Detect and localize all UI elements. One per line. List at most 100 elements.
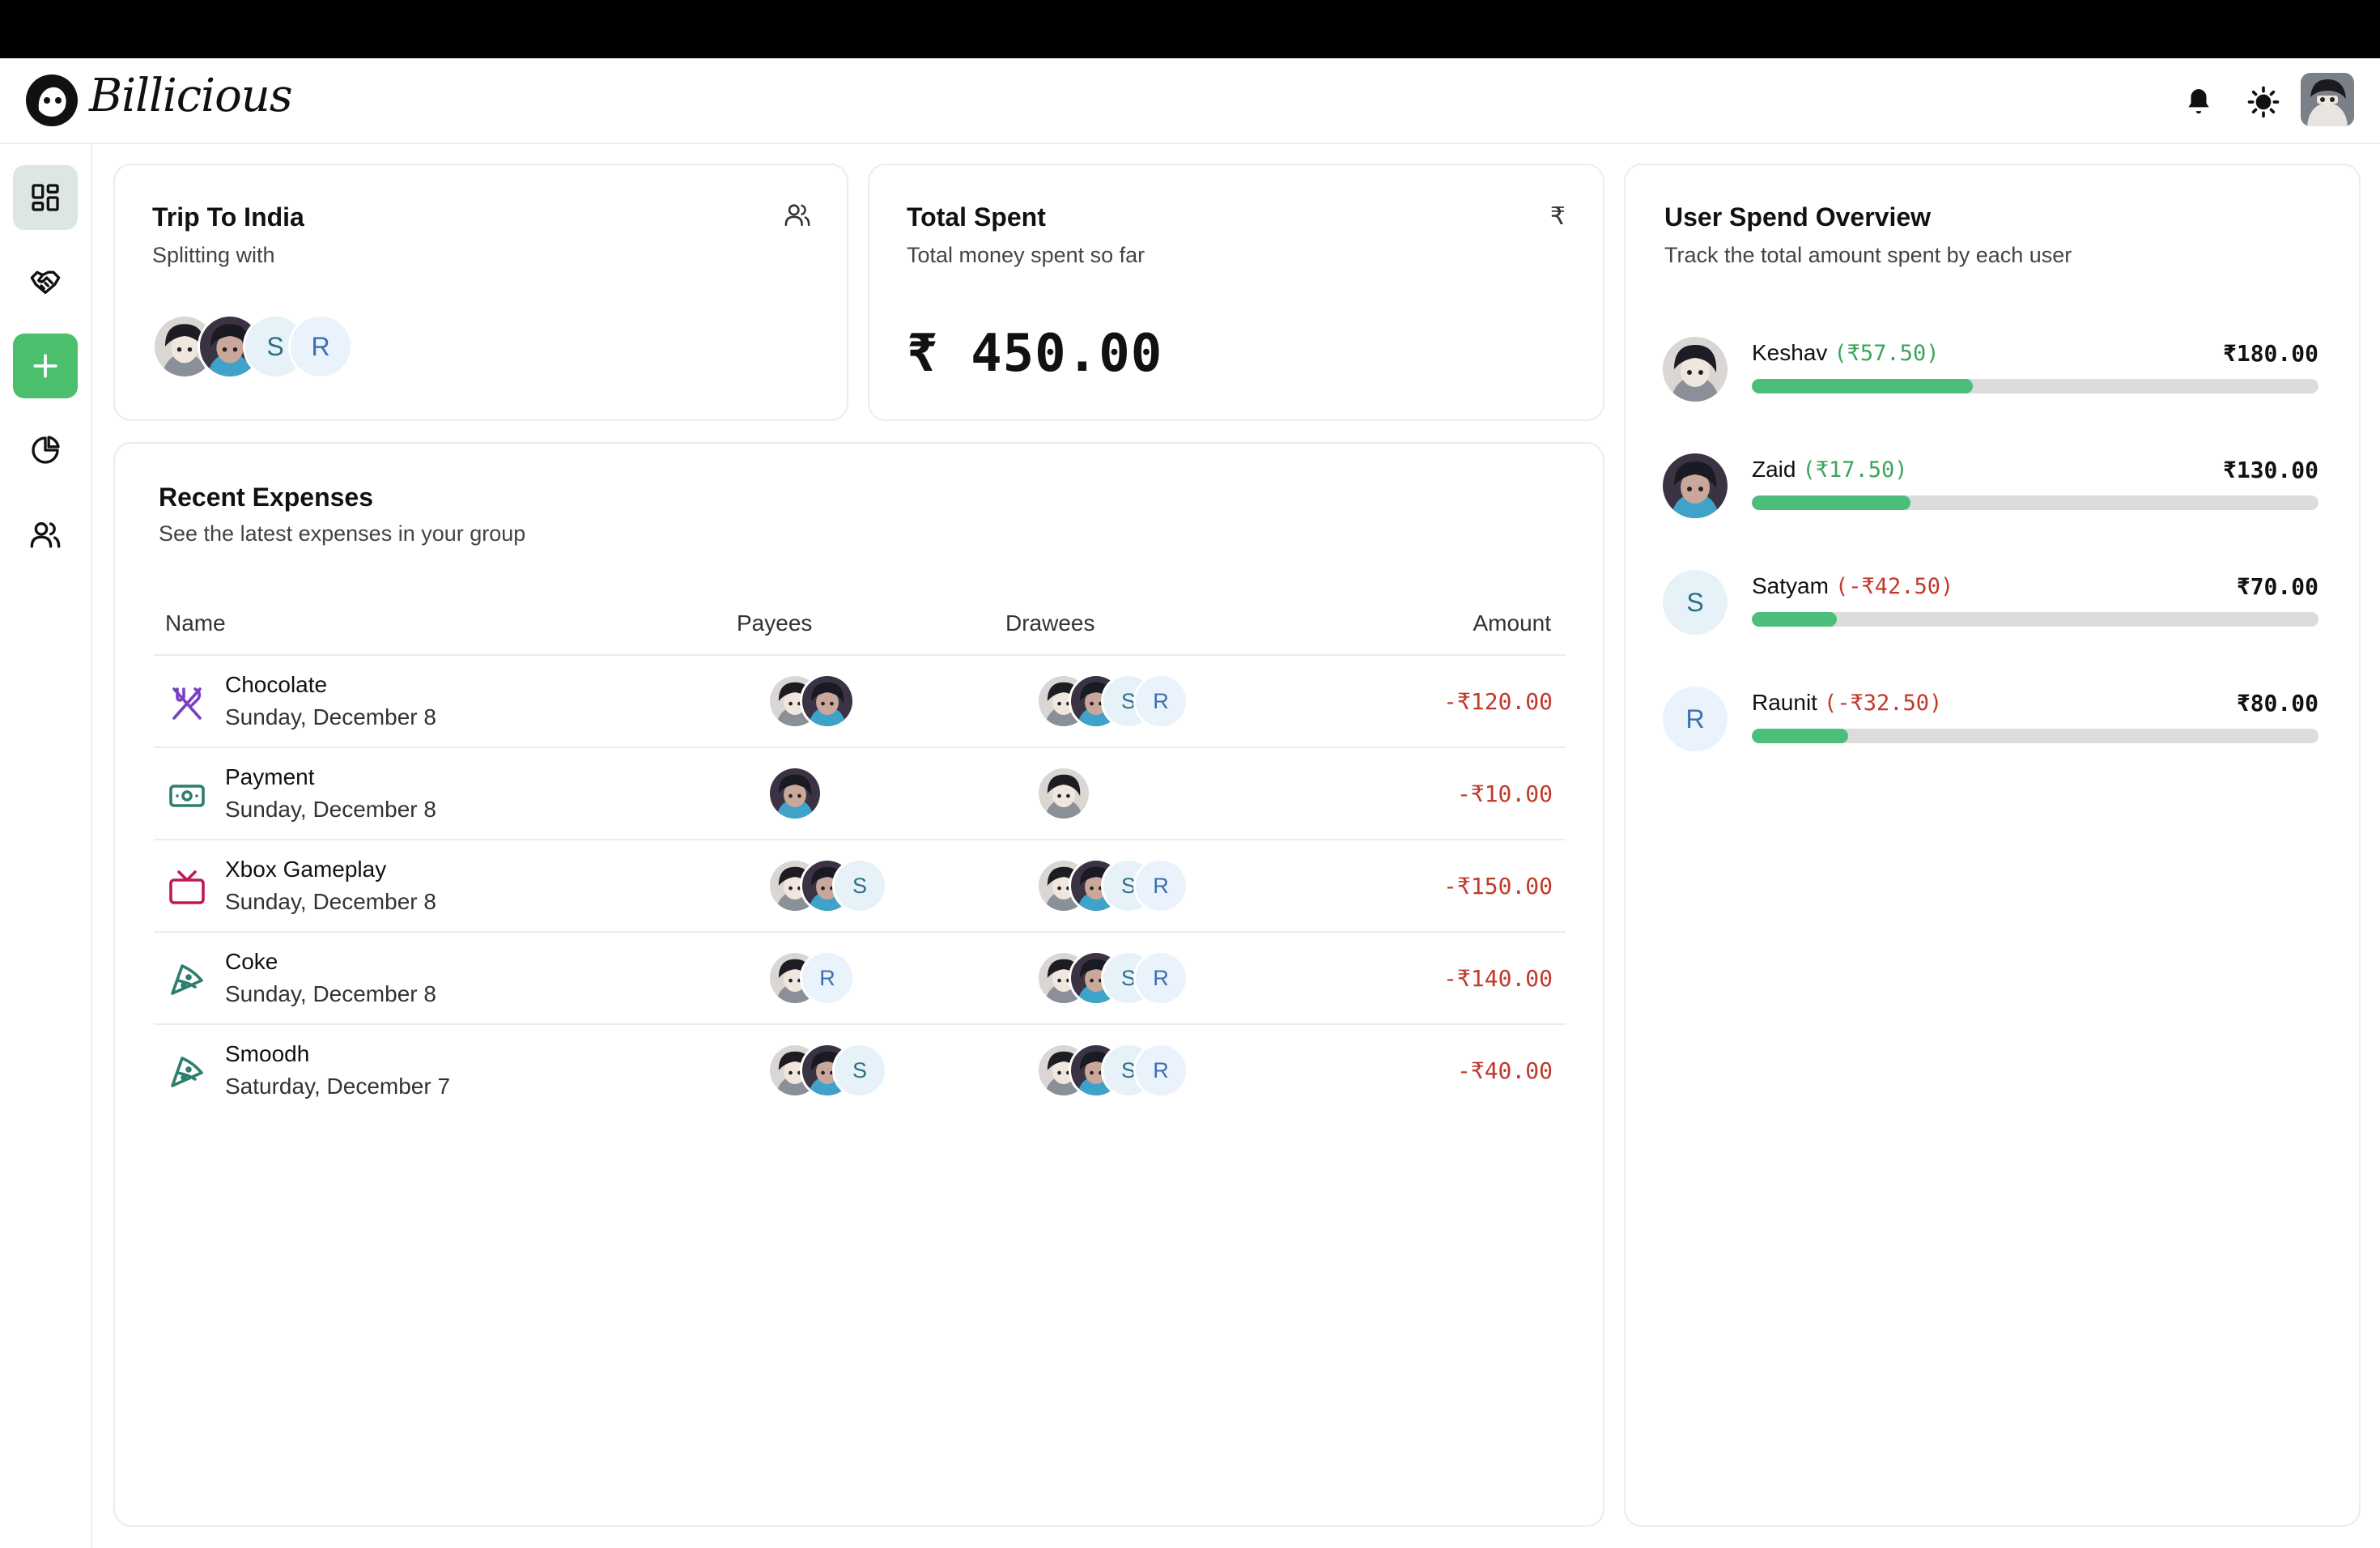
pie-chart-icon — [32, 436, 60, 464]
avatar-letter-s[interactable]: S — [832, 1043, 887, 1098]
user-spent-amount: ₹180.00 — [2222, 340, 2318, 367]
user-balance: (₹57.50) — [1834, 341, 1940, 366]
avatar-letter-r[interactable]: R — [1663, 687, 1728, 751]
expense-row[interactable]: Coke Sunday, December 8 R S R -₹140.00 — [154, 931, 1566, 1023]
user-name: Raunit — [1752, 690, 1817, 715]
expense-row[interactable]: Xbox Gameplay Sunday, December 8 S S R -₹150.… — [154, 839, 1566, 931]
user-spend-bar-fill — [1752, 612, 1837, 627]
nav-analytics[interactable] — [13, 418, 78, 483]
expense-amount: -₹150.00 — [1443, 873, 1553, 899]
user-spend-bar — [1752, 495, 2318, 510]
user-spend-bar — [1752, 729, 2318, 743]
expense-amount: -₹140.00 — [1443, 965, 1553, 992]
col-header-drawees[interactable]: Drawees — [1005, 610, 1094, 636]
group-card: Trip To India Splitting with SR — [113, 164, 848, 421]
avatar-photo[interactable] — [1663, 337, 1728, 402]
user-name-line: Keshav (₹57.50) — [1752, 340, 1939, 366]
expense-name: Smoodh — [225, 1041, 310, 1066]
total-spent-subtitle: Total money spent so far — [907, 243, 1145, 267]
user-balance: (-₹32.50) — [1823, 691, 1943, 716]
banknote-icon — [167, 776, 207, 816]
user-balance: (-₹42.50) — [1834, 574, 1954, 599]
avatar-letter-r[interactable]: R — [1133, 674, 1188, 729]
user-name-line: Satyam (-₹42.50) — [1752, 573, 1953, 599]
col-header-payees[interactable]: Payees — [737, 610, 812, 636]
user-spend-bar-fill — [1752, 729, 1848, 743]
col-header-name[interactable]: Name — [165, 610, 226, 636]
avatar-photo[interactable] — [767, 766, 822, 821]
expense-amount: -₹40.00 — [1456, 1057, 1553, 1084]
user-spend-overview-card: User Spend Overview Track the total amou… — [1624, 164, 2361, 1527]
expense-name: Xbox Gameplay — [225, 857, 387, 882]
group-members-icon[interactable] — [784, 201, 811, 232]
utensils-icon — [167, 683, 207, 724]
user-spend-row: Keshav (₹57.50) ₹180.00 — [1663, 337, 2318, 410]
bell-icon[interactable] — [2179, 83, 2218, 121]
user-avatar[interactable] — [2301, 73, 2354, 126]
total-spent-amount: ₹ 450.00 — [907, 324, 1163, 384]
add-expense-button[interactable] — [13, 334, 78, 398]
user-name-line: Zaid (₹17.50) — [1752, 457, 1908, 483]
expense-date: Saturday, December 7 — [225, 1074, 451, 1099]
user-balance: (₹17.50) — [1802, 457, 1908, 483]
sidebar — [0, 144, 92, 1548]
overview-title: User Spend Overview — [1664, 202, 1932, 232]
expense-row[interactable]: Payment Sunday, December 8 -₹10.00 — [154, 746, 1566, 839]
expense-date: Sunday, December 8 — [225, 889, 436, 914]
expense-amount: -₹120.00 — [1443, 688, 1553, 715]
nav-settle[interactable] — [13, 249, 78, 314]
avatar-photo[interactable] — [1036, 766, 1091, 821]
user-spend-bar — [1752, 612, 2318, 627]
user-spend-bar — [1752, 379, 2318, 393]
expense-name: Chocolate — [225, 672, 328, 697]
users-icon — [30, 522, 61, 548]
pizza-icon — [167, 1053, 207, 1093]
col-header-amount[interactable]: Amount — [1473, 610, 1552, 636]
recent-expenses-subtitle: See the latest expenses in your group — [159, 521, 526, 546]
user-name: Satyam — [1752, 573, 1829, 598]
total-spent-title: Total Spent — [907, 202, 1046, 232]
expense-amount: -₹10.00 — [1456, 780, 1553, 807]
avatar-photo[interactable] — [1663, 453, 1728, 518]
avatar-photo[interactable] — [800, 674, 855, 729]
plus-icon — [33, 354, 57, 378]
expense-date: Sunday, December 8 — [225, 797, 436, 822]
nav-members[interactable] — [13, 502, 78, 567]
avatar-letter-r[interactable]: R — [1133, 1043, 1188, 1098]
user-name-line: Raunit (-₹32.50) — [1752, 690, 1942, 716]
user-name: Zaid — [1752, 457, 1796, 482]
group-title: Trip To India — [152, 202, 304, 232]
expense-date: Sunday, December 8 — [225, 981, 436, 1006]
rupee-icon: ₹ — [1549, 203, 1566, 230]
user-spent-amount: ₹70.00 — [2236, 573, 2318, 600]
overview-subtitle: Track the total amount spent by each use… — [1664, 243, 2072, 267]
app-logo-text: Billicious — [89, 70, 293, 122]
sun-icon[interactable] — [2244, 83, 2283, 121]
top-black-strip — [0, 0, 2380, 58]
user-spend-row: R Raunit (-₹32.50) ₹80.00 — [1663, 687, 2318, 759]
handshake-icon — [30, 270, 61, 294]
expense-row[interactable]: Chocolate Sunday, December 8 S R -₹120.00 — [154, 654, 1566, 746]
group-subtitle: Splitting with — [152, 243, 275, 267]
avatar-letter-r[interactable]: R — [1133, 858, 1188, 913]
avatar-letter-s[interactable]: S — [832, 858, 887, 913]
expense-date: Sunday, December 8 — [225, 704, 436, 729]
expense-row[interactable]: Smoodh Saturday, December 7 S S R -₹40.00 — [154, 1023, 1566, 1116]
expense-name: Payment — [225, 764, 315, 789]
logo-icon[interactable] — [24, 73, 79, 128]
dashboard-icon — [32, 184, 59, 211]
total-spent-card: Total Spent Total money spent so far ₹ ₹… — [868, 164, 1604, 421]
nav-dashboard[interactable] — [13, 165, 78, 230]
user-spend-row: S Satyam (-₹42.50) ₹70.00 — [1663, 570, 2318, 643]
user-spent-amount: ₹80.00 — [2236, 690, 2318, 717]
pizza-icon — [167, 960, 207, 1001]
avatar-letter-r[interactable]: R — [288, 314, 353, 379]
avatar-letter-s[interactable]: S — [1663, 570, 1728, 635]
avatar-letter-r[interactable]: R — [800, 950, 855, 1006]
user-spend-bar-fill — [1752, 495, 1910, 510]
user-name: Keshav — [1752, 340, 1828, 365]
avatar-letter-r[interactable]: R — [1133, 950, 1188, 1006]
recent-expenses-title: Recent Expenses — [159, 483, 374, 512]
tv-icon — [167, 868, 207, 908]
recent-expenses-card: Recent Expenses See the latest expenses … — [113, 442, 1604, 1527]
